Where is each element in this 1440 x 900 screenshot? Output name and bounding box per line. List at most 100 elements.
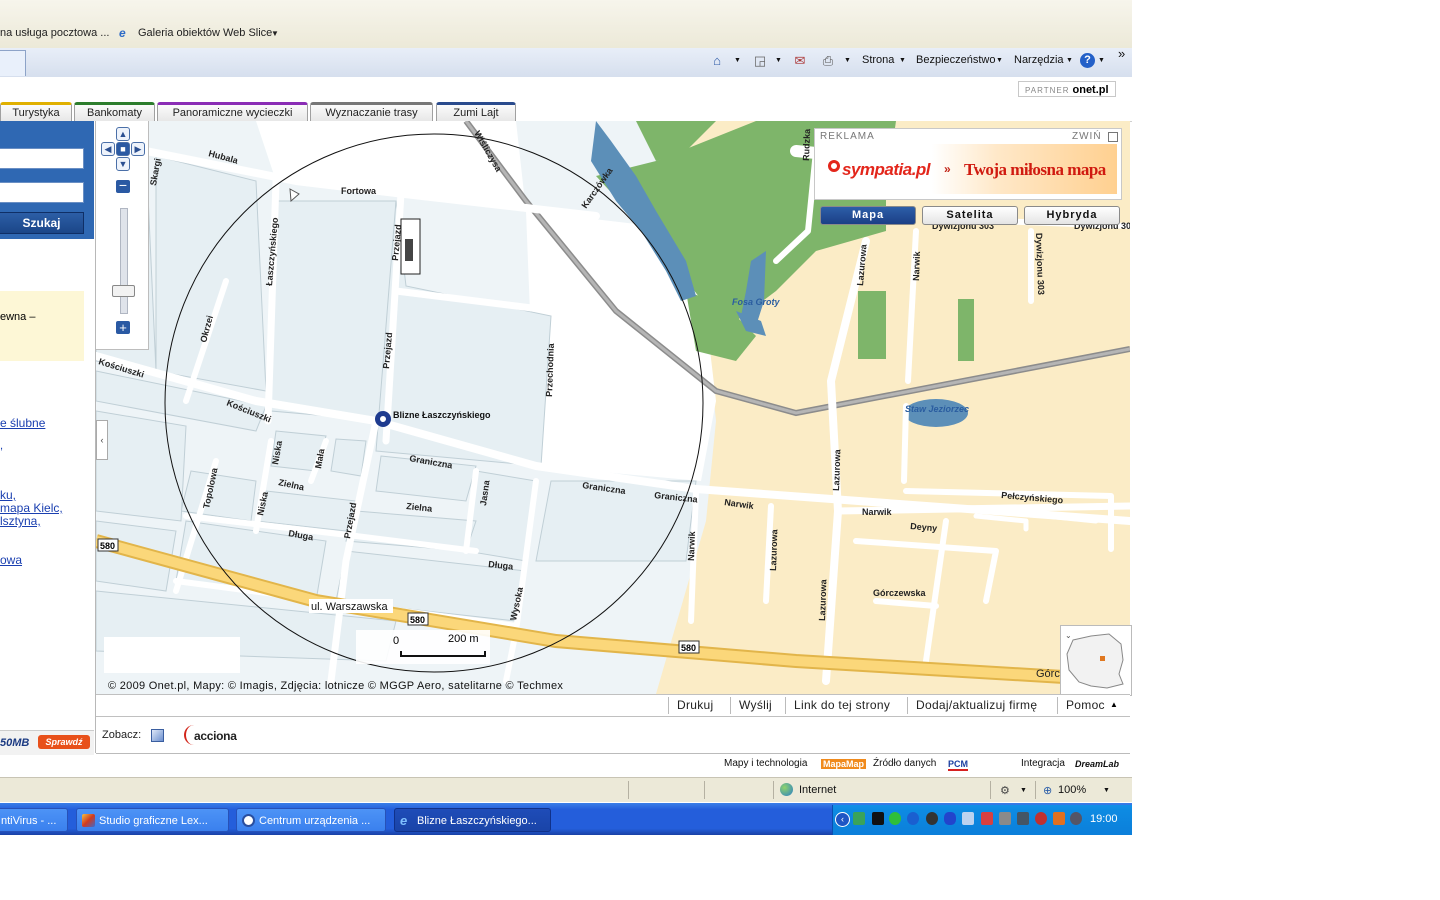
help-button[interactable]: Pomoc <box>1057 697 1113 714</box>
collapse-panel-button[interactable]: ‹ <box>96 420 108 460</box>
street-label: Górc <box>1036 668 1060 680</box>
favorite-link-web-slice[interactable]: Galeria obiektów Web Slice <box>138 27 272 39</box>
studio-app-icon <box>82 814 95 827</box>
page-menu[interactable]: Strona <box>862 54 894 66</box>
add-business-button[interactable]: Dodaj/aktualizuj firmę <box>907 697 1045 714</box>
credit-maps-label: Mapy i technologia <box>724 758 808 769</box>
browser-tab-active[interactable] <box>0 50 26 76</box>
zoom-slider-track[interactable] <box>120 208 128 314</box>
ad-collapse-checkbox[interactable] <box>1108 132 1118 142</box>
left-link-ku[interactable]: ku, <box>0 488 16 502</box>
tray-app-icon[interactable] <box>853 812 865 825</box>
map-copyright: © 2009 Onet.pl, Mapy: © Imagis, Zdjęcia:… <box>108 680 564 692</box>
pan-up-icon[interactable]: ▲ <box>116 127 130 141</box>
tools-menu[interactable]: Narzędzia <box>1014 54 1064 66</box>
divider <box>1035 781 1036 799</box>
wifi-icon[interactable] <box>1035 812 1047 825</box>
help-icon[interactable]: ? <box>1080 53 1095 68</box>
tray-app-icon[interactable] <box>999 812 1011 825</box>
poi-label[interactable]: Blizne Łaszczyńskiego <box>393 410 491 420</box>
send-button[interactable]: Wyślij <box>730 697 780 714</box>
print-button[interactable]: Drukuj <box>668 697 721 714</box>
pan-center-icon[interactable]: ■ <box>116 142 130 156</box>
pan-left-icon[interactable]: ◀ <box>101 142 115 156</box>
ad-slogan[interactable]: Twoja miłosna mapa <box>964 160 1106 180</box>
chevron-up-icon[interactable]: ▲ <box>1110 700 1118 709</box>
left-link-olsztyna[interactable]: lsztyna, <box>0 514 41 528</box>
ad-logo[interactable]: sympatia.pl <box>842 160 931 180</box>
tray-app-icon[interactable] <box>907 812 919 825</box>
chevron-down-icon[interactable]: ▼ <box>734 57 741 64</box>
tray-app-icon[interactable] <box>926 812 938 825</box>
rss-feed-icon[interactable]: ◲ <box>751 52 769 70</box>
ad-collapse-link[interactable]: ZWIŃ <box>1072 131 1102 142</box>
tray-app-icon[interactable] <box>981 812 993 825</box>
tray-app-icon[interactable] <box>872 812 884 825</box>
safety-menu[interactable]: Bezpieczeństwo <box>916 54 996 66</box>
svg-text:⌄: ⌄ <box>1065 631 1072 640</box>
chevron-down-icon[interactable]: ▼ <box>1103 787 1110 794</box>
zoom-level[interactable]: 100% <box>1058 784 1086 796</box>
globe-icon <box>780 783 793 796</box>
street-label: Lazurowa <box>817 578 828 621</box>
tray-expand-icon[interactable]: ‹ <box>835 812 850 827</box>
chevron-down-icon[interactable]: ▼ <box>1098 57 1105 64</box>
taskbar-clock: 19:00 <box>1090 813 1118 825</box>
chevron-down-icon[interactable]: ▼ <box>1020 787 1027 794</box>
volume-icon[interactable] <box>1070 812 1082 825</box>
tray-app-icon[interactable] <box>1053 812 1065 825</box>
left-link-mapa-kielc[interactable]: mapa Kielc, <box>0 501 63 515</box>
map-type-satelita[interactable]: Satelita <box>922 206 1018 225</box>
water-label: Fosa Groty <box>732 297 781 307</box>
chevron-down-icon: ▼ <box>996 57 1003 64</box>
taskbar-item-label: Blizne Łaszczyńskiego... <box>417 815 537 827</box>
left-link-owa[interactable]: owa <box>0 553 22 567</box>
check-button[interactable]: Sprawdź <box>38 735 90 749</box>
monitor-icon[interactable] <box>1017 812 1029 825</box>
chevron-down-icon[interactable]: ▼ <box>271 29 279 38</box>
toolbar-overflow-button[interactable]: » <box>1118 46 1125 61</box>
tab-zumi-lajt[interactable]: Zumi Lajt <box>436 102 516 122</box>
pcm-logo[interactable]: PCM <box>948 759 968 771</box>
favorite-link-poczta[interactable]: na usługa pocztowa ... <box>0 27 109 39</box>
see-also-icon[interactable] <box>151 729 164 742</box>
protected-mode-icon[interactable]: ⚙ <box>1000 784 1010 797</box>
taskbar-item-studio[interactable]: Studio graficzne Lex... <box>76 808 229 832</box>
left-link-fragment[interactable]: , <box>0 440 3 452</box>
home-icon[interactable]: ⌂ <box>708 52 726 70</box>
search-input-where[interactable] <box>0 182 84 203</box>
taskbar-item-antivirus[interactable]: ntiVirus - ... <box>0 808 68 832</box>
zoom-slider-handle[interactable] <box>112 285 135 297</box>
taskbar-item-device-center[interactable]: Centrum urządzenia ... <box>236 808 386 832</box>
tab-panoramiczne-wycieczki[interactable]: Panoramiczne wycieczki <box>157 102 308 122</box>
dreamlab-logo[interactable]: DreamLab <box>1075 759 1119 769</box>
pan-down-icon[interactable]: ▼ <box>116 157 130 171</box>
map-type-hybryda[interactable]: Hybryda <box>1024 206 1120 225</box>
left-link-sluby[interactable]: e ślubne <box>0 416 45 430</box>
taskbar-item-browser[interactable]: e Blizne Łaszczyńskiego... <box>394 808 551 832</box>
tab-turystyka[interactable]: Turystyka <box>0 102 72 122</box>
overview-minimap[interactable]: ⌄ <box>1060 625 1132 696</box>
promo-text: 50MB <box>0 737 30 749</box>
mapamap-logo[interactable]: MapaMap <box>821 759 867 769</box>
search-button[interactable]: Szukaj <box>0 212 84 234</box>
tray-app-icon[interactable] <box>889 812 901 825</box>
zoom-out-button[interactable]: − <box>116 178 130 193</box>
tab-bankomaty[interactable]: Bankomaty <box>74 102 155 122</box>
zoom-in-button[interactable]: + <box>116 321 130 334</box>
print-icon[interactable]: ⎙ <box>819 52 837 70</box>
network-icon[interactable] <box>962 812 974 825</box>
search-input-what[interactable] <box>0 148 84 169</box>
pan-right-icon[interactable]: ▶ <box>131 142 145 156</box>
link-button[interactable]: Link do tej strony <box>785 697 898 714</box>
mail-icon[interactable]: ✉ <box>791 52 809 70</box>
location-marker-center <box>380 416 386 422</box>
map-type-mapa[interactable]: Mapa <box>820 206 916 225</box>
bluetooth-icon[interactable] <box>944 812 956 825</box>
partner-badge[interactable]: PARTNER onet.pl <box>1018 81 1116 97</box>
street-label: Zielna <box>406 501 434 514</box>
chevron-down-icon[interactable]: ▼ <box>775 57 782 64</box>
chevron-down-icon[interactable]: ▼ <box>844 57 851 64</box>
tab-wyznaczanie-trasy[interactable]: Wyznaczanie trasy <box>310 102 433 122</box>
acciona-logo[interactable]: acciona <box>194 729 237 743</box>
